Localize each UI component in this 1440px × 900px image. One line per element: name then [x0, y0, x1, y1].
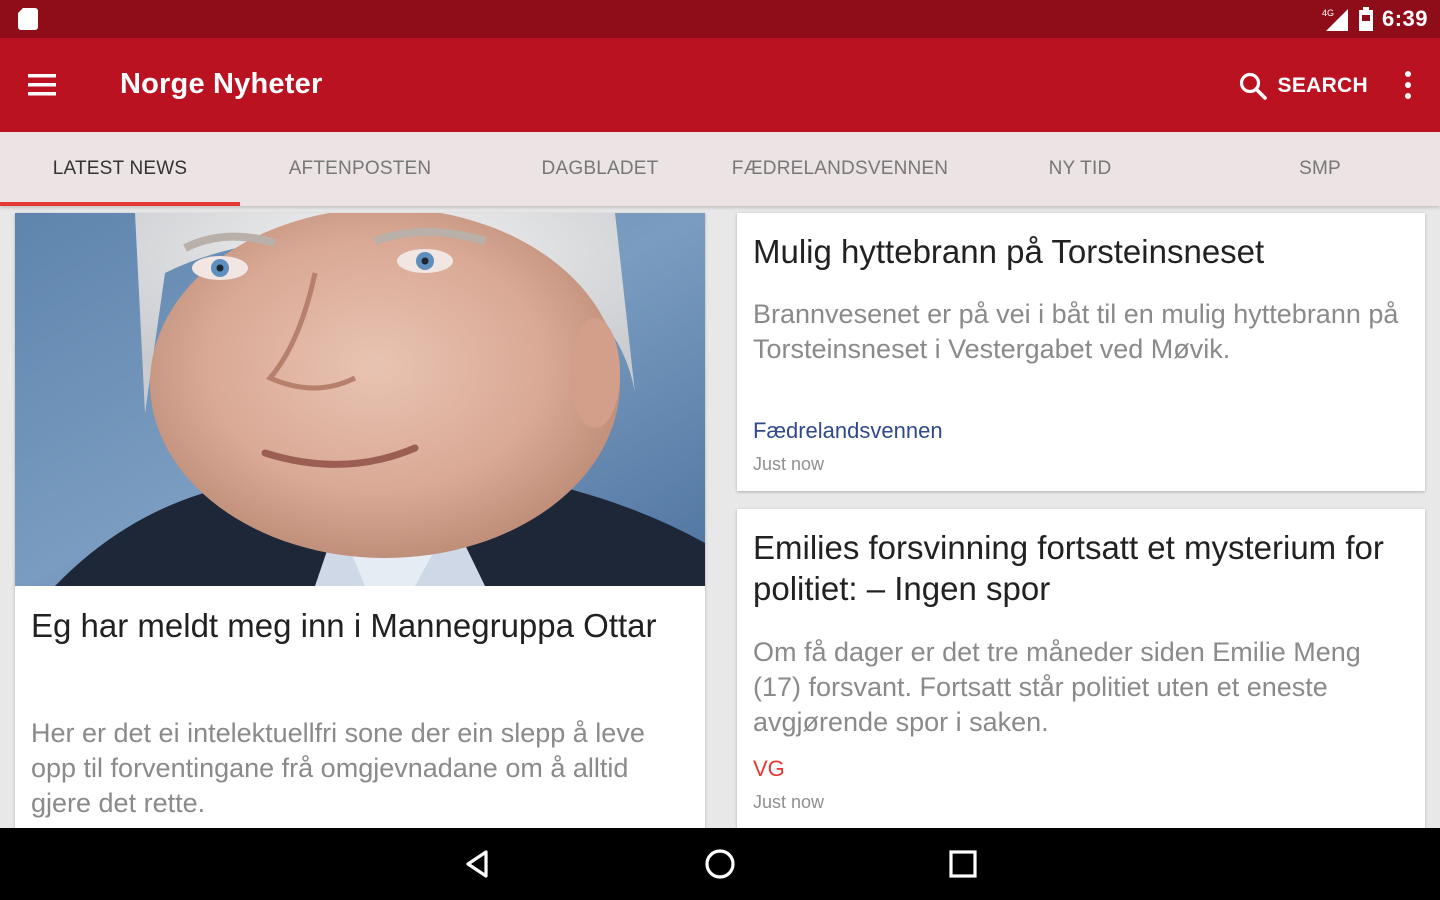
menu-icon: [28, 74, 56, 96]
article-headline: Emilies forsvinning fortsatt et mysteriu…: [753, 529, 1384, 607]
menu-button[interactable]: [22, 68, 62, 102]
more-vert-icon: [1405, 71, 1411, 99]
tab-faedrelandsvennen[interactable]: FÆDRELANDSVENNEN: [720, 132, 960, 206]
status-bar: 4G 6:39: [0, 0, 1440, 38]
battery-icon: [1358, 7, 1373, 31]
tab-smp[interactable]: SMP: [1200, 132, 1440, 206]
back-button[interactable]: [456, 842, 500, 886]
tab-dagbladet[interactable]: DAGBLADET: [480, 132, 720, 206]
app-bar: Norge Nyheter SEARCH: [0, 38, 1440, 132]
article-photo: [15, 213, 705, 586]
article-summary: Om få dager er det tre måneder siden Emi…: [753, 637, 1361, 737]
tab-aftenposten[interactable]: AFTENPOSTEN: [240, 132, 480, 206]
tab-bar: LATEST NEWS AFTENPOSTEN DAGBLADET FÆDREL…: [0, 132, 1440, 206]
signal-icon: 4G: [1322, 8, 1348, 31]
search-label: SEARCH: [1277, 74, 1368, 97]
article-time: Just now: [753, 792, 825, 812]
search-icon: [1239, 72, 1267, 100]
article-source: VG: [753, 756, 785, 781]
home-icon: [705, 849, 735, 879]
back-icon: [466, 850, 488, 878]
article-summary: Brannvesenet er på vei i båt til en muli…: [753, 299, 1399, 364]
app-title: Norge Nyheter: [120, 68, 323, 100]
recents-icon: [949, 850, 977, 878]
article-card[interactable]: Emilies forsvinning fortsatt et mysteriu…: [737, 509, 1425, 834]
navigation-bar: [0, 828, 1440, 900]
article-source: Fædrelandsvennen: [753, 418, 943, 443]
article-headline: Eg har meldt meg inn i Mannegruppa Ottar: [31, 607, 657, 644]
status-time: 6:39: [1381, 6, 1428, 31]
article-card[interactable]: Eg har meldt meg inn i Mannegruppa Ottar…: [15, 213, 705, 833]
search-button[interactable]: SEARCH: [1238, 64, 1368, 108]
article-summary: Her er det ei intelektuellfri sone der e…: [31, 718, 645, 818]
tab-ny-tid[interactable]: NY TID: [960, 132, 1200, 206]
more-options-button[interactable]: [1396, 68, 1420, 102]
tab-latest-news[interactable]: LATEST NEWS: [0, 132, 240, 206]
svg-text:4G: 4G: [1322, 8, 1334, 18]
sd-card-icon: [18, 8, 38, 30]
home-button[interactable]: [698, 842, 742, 886]
recents-button[interactable]: [941, 842, 985, 886]
article-card[interactable]: Mulig hyttebrann på Torsteinsneset Brann…: [737, 213, 1425, 491]
article-headline: Mulig hyttebrann på Torsteinsneset: [753, 233, 1265, 270]
article-time: Just now: [753, 454, 825, 474]
